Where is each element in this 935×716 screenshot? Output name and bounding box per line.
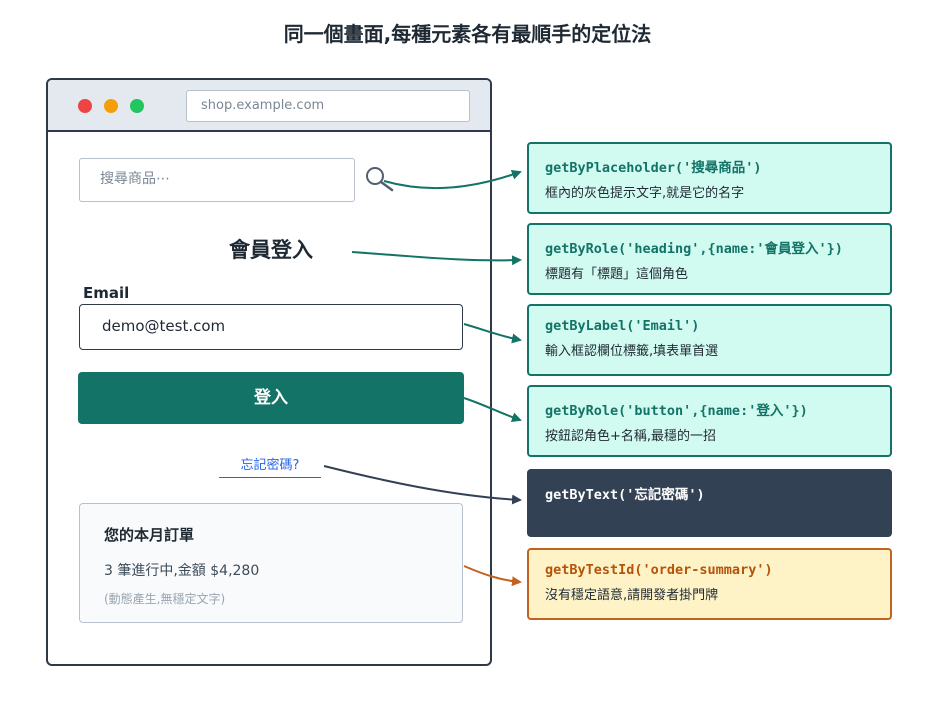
address-bar[interactable]: shop.example.com [186, 90, 470, 122]
callout-heading: getByRole('heading',{name:'會員登入'}) 標題有「標… [527, 223, 892, 295]
callout-code: getByTestId('order-summary') [545, 562, 773, 578]
browser-toolbar: shop.example.com [48, 80, 490, 132]
order-title: 您的本月訂單 [104, 526, 195, 544]
callout-label: getByLabel('Email') 輸入框認欄位標籤,填表單首選 [527, 304, 892, 376]
forgot-password-link[interactable]: 忘記密碼? [219, 454, 321, 478]
callout-code: getByPlaceholder('搜尋商品') [545, 160, 762, 176]
search-icon[interactable] [362, 164, 398, 194]
callout-desc: 輸入框認欄位標籤,填表單首選 [545, 344, 719, 359]
callout-text: getByText('忘記密碼') [527, 469, 892, 537]
callout-desc: 框內的灰色提示文字,就是它的名字 [545, 186, 745, 201]
page-title: 同一個畫面,每種元素各有最順手的定位法 [283, 22, 652, 46]
search-input[interactable]: 搜尋商品⋯ [79, 158, 355, 202]
login-heading: 會員登入 [229, 238, 313, 262]
browser-window: shop.example.com 搜尋商品⋯ 會員登入 Email demo@t… [46, 78, 492, 666]
callout-testid: getByTestId('order-summary') 沒有穩定語意,請開發者… [527, 548, 892, 620]
order-status: 3 筆進行中,金額 $4,280 [104, 563, 260, 579]
callout-desc: 沒有穩定語意,請開發者掛門牌 [545, 588, 719, 603]
email-field[interactable]: demo@test.com [79, 304, 463, 350]
callout-placeholder: getByPlaceholder('搜尋商品') 框內的灰色提示文字,就是它的名… [527, 142, 892, 214]
callout-code: getByText('忘記密碼') [545, 487, 705, 503]
callout-desc: 按鈕認角色+名稱,最穩的一招 [545, 429, 717, 444]
callout-desc: 標題有「標題」這個角色 [545, 267, 689, 282]
close-dot-icon [78, 99, 92, 113]
callout-code: getByLabel('Email') [545, 318, 700, 334]
minimize-dot-icon [104, 99, 118, 113]
order-summary-card: 您的本月訂單 3 筆進行中,金額 $4,280 (動態產生,無穩定文字) [79, 503, 463, 623]
callout-code: getByRole('button',{name:'登入'}) [545, 403, 808, 419]
callout-code: getByRole('heading',{name:'會員登入'}) [545, 241, 843, 257]
maximize-dot-icon [130, 99, 144, 113]
order-note: (動態產生,無穩定文字) [104, 592, 226, 606]
email-label: Email [83, 284, 130, 302]
login-button[interactable]: 登入 [78, 372, 464, 424]
callout-button: getByRole('button',{name:'登入'}) 按鈕認角色+名稱… [527, 385, 892, 457]
